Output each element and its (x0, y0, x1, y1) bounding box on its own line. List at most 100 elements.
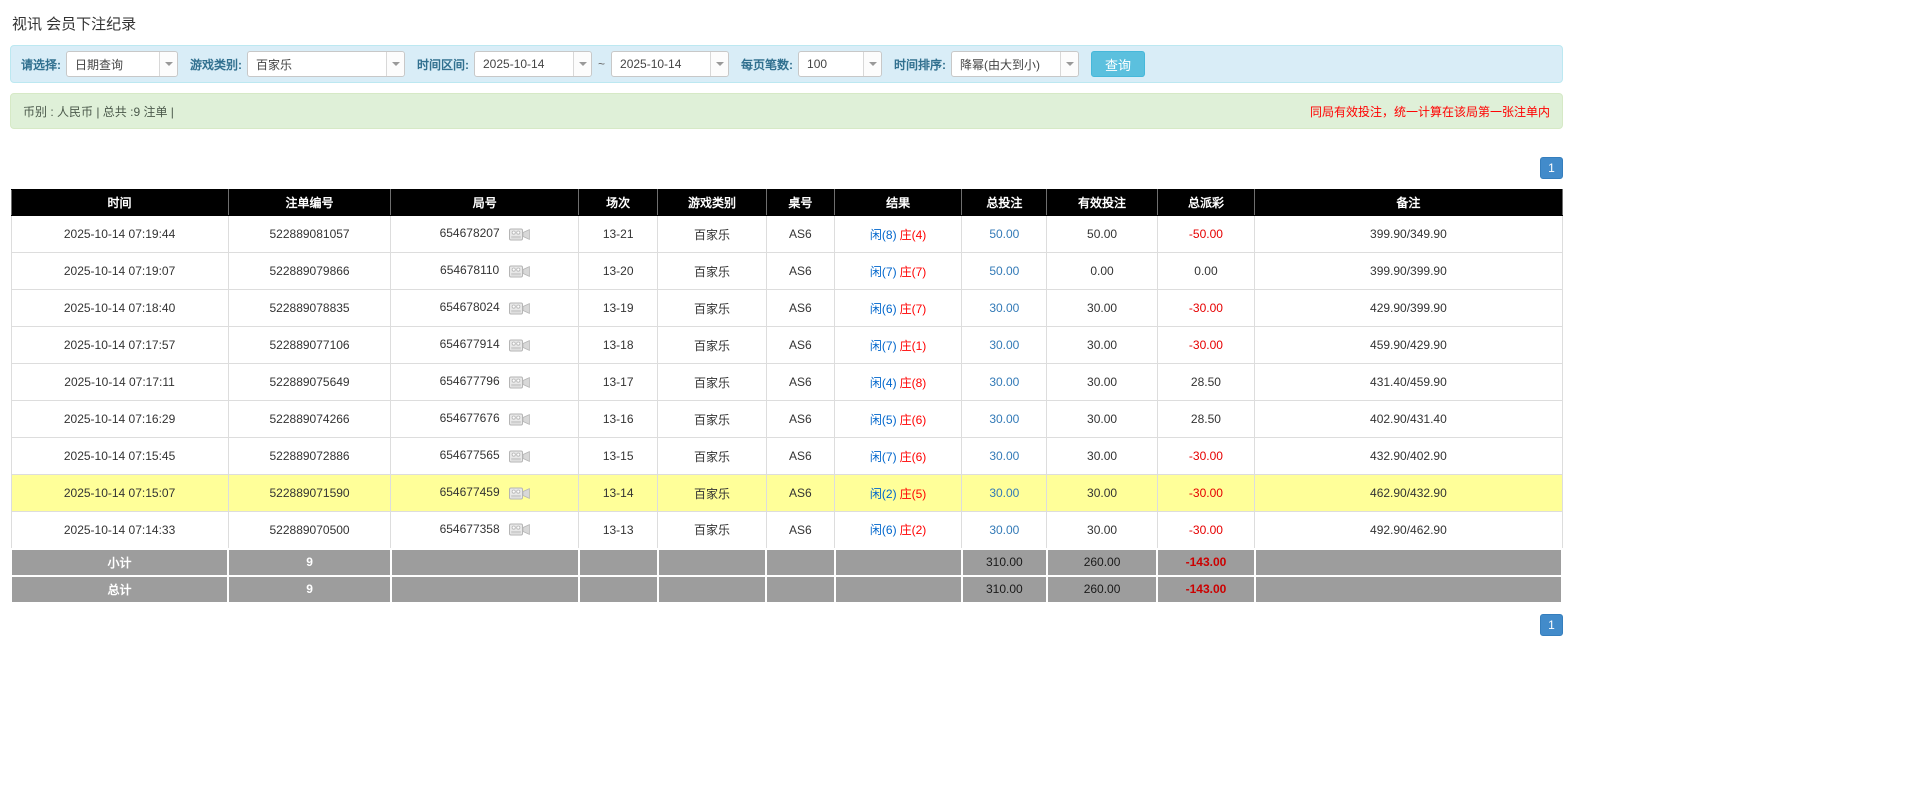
page-size-label: 每页笔数: (741, 56, 793, 73)
pagination-bottom: 1 (10, 614, 1563, 636)
cell-result: 闲(7)庄(7) (835, 253, 962, 290)
result-player: 闲(6) (870, 523, 897, 537)
total-bet-link[interactable]: 30.00 (989, 412, 1019, 426)
table-row: 2025-10-14 07:14:33 522889070500 6546773… (11, 512, 1562, 549)
table-row: 2025-10-14 07:17:11 522889075649 6546777… (11, 364, 1562, 401)
total-bet-link[interactable]: 30.00 (989, 449, 1019, 463)
cell-note: 432.90/402.90 (1255, 438, 1562, 475)
cell-bet-id: 522889071590 (228, 475, 391, 512)
cell-result: 闲(2)庄(5) (835, 475, 962, 512)
sort-order-value: 降幂(由大到小) (952, 52, 1060, 76)
select-label: 请选择: (21, 56, 61, 73)
page-1-button[interactable]: 1 (1540, 157, 1563, 179)
cell-note: 431.40/459.90 (1255, 364, 1562, 401)
summary-bar: 币别 : 人民币 | 总共 :9 注单 | 同局有效投注，统一计算在该局第一张注… (10, 93, 1563, 129)
total-bet-link[interactable]: 30.00 (989, 523, 1019, 537)
cell-bet-id: 522889070500 (228, 512, 391, 549)
cell-payout: 28.50 (1157, 401, 1255, 438)
cell-time: 2025-10-14 07:15:45 (11, 438, 228, 475)
cell-table-no: AS6 (766, 401, 834, 438)
cell-session: 13-15 (579, 438, 658, 475)
cell-time: 2025-10-14 07:14:33 (11, 512, 228, 549)
total-bet-link[interactable]: 30.00 (989, 375, 1019, 389)
grand-total-total-bet: 310.00 (962, 576, 1047, 603)
grand-total-count: 9 (228, 576, 391, 603)
result-banker: 庄(7) (900, 302, 927, 316)
result-player: 闲(8) (870, 228, 897, 242)
video-replay-icon[interactable] (509, 522, 530, 537)
cell-payout: -30.00 (1157, 475, 1255, 512)
cell-valid-bet: 30.00 (1047, 364, 1157, 401)
empty-cell (766, 549, 834, 576)
page-size-select[interactable]: 100 (798, 51, 882, 77)
game-type-label: 游戏类别: (190, 56, 242, 73)
cell-table-no: AS6 (766, 216, 834, 253)
total-bet-link[interactable]: 30.00 (989, 338, 1019, 352)
query-mode-select[interactable]: 日期查询 (66, 51, 178, 77)
total-bet-link[interactable]: 50.00 (989, 227, 1019, 241)
cell-total-bet: 30.00 (962, 290, 1047, 327)
cell-game-type: 百家乐 (658, 216, 767, 253)
table-row: 2025-10-14 07:19:07 522889079866 6546781… (11, 253, 1562, 290)
chevron-down-icon (386, 52, 404, 76)
table-row: 2025-10-14 07:17:57 522889077106 6546779… (11, 327, 1562, 364)
result-player: 闲(4) (870, 376, 897, 390)
total-bet-link[interactable]: 30.00 (989, 301, 1019, 315)
table-body: 2025-10-14 07:19:44 522889081057 6546782… (11, 216, 1562, 549)
video-replay-icon[interactable] (509, 412, 530, 427)
cell-session: 13-20 (579, 253, 658, 290)
cell-round-id: 654677676 (391, 401, 579, 438)
cell-round-id: 654677459 (391, 475, 579, 512)
cell-total-bet: 30.00 (962, 327, 1047, 364)
cell-payout: 0.00 (1157, 253, 1255, 290)
table-row: 2025-10-14 07:15:45 522889072886 6546775… (11, 438, 1562, 475)
cell-valid-bet: 30.00 (1047, 401, 1157, 438)
cell-round-id: 654677358 (391, 512, 579, 549)
search-button[interactable]: 查询 (1091, 51, 1145, 77)
page-1-button[interactable]: 1 (1540, 614, 1563, 636)
cell-valid-bet: 30.00 (1047, 438, 1157, 475)
video-replay-icon[interactable] (509, 264, 530, 279)
round-id-text: 654677459 (440, 485, 500, 499)
cell-bet-id: 522889074266 (228, 401, 391, 438)
cell-table-no: AS6 (766, 512, 834, 549)
cell-note: 492.90/462.90 (1255, 512, 1562, 549)
sort-order-select[interactable]: 降幂(由大到小) (951, 51, 1079, 77)
column-header: 有效投注 (1047, 190, 1157, 216)
video-replay-icon[interactable] (509, 227, 530, 242)
video-replay-icon[interactable] (509, 449, 530, 464)
column-header: 总投注 (962, 190, 1047, 216)
result-banker: 庄(8) (900, 376, 927, 390)
chevron-down-icon (863, 52, 881, 76)
date-from-input[interactable]: 2025-10-14 (474, 51, 592, 77)
video-replay-icon[interactable] (509, 338, 530, 353)
date-to-input[interactable]: 2025-10-14 (611, 51, 729, 77)
cell-session: 13-17 (579, 364, 658, 401)
cell-note: 462.90/432.90 (1255, 475, 1562, 512)
pagination-top: 1 (10, 157, 1563, 179)
grand-total-valid-bet: 260.00 (1047, 576, 1157, 603)
cell-round-id: 654677914 (391, 327, 579, 364)
cell-table-no: AS6 (766, 253, 834, 290)
total-bet-link[interactable]: 30.00 (989, 486, 1019, 500)
column-header: 游戏类别 (658, 190, 767, 216)
chevron-down-icon (710, 52, 728, 76)
cell-payout: 28.50 (1157, 364, 1255, 401)
column-header: 桌号 (766, 190, 834, 216)
valid-bet-notice-text: 同局有效投注，统一计算在该局第一张注单内 (1310, 103, 1550, 120)
video-replay-icon[interactable] (509, 486, 530, 501)
cell-time: 2025-10-14 07:18:40 (11, 290, 228, 327)
result-banker: 庄(7) (900, 265, 927, 279)
cell-total-bet: 30.00 (962, 401, 1047, 438)
cell-result: 闲(6)庄(2) (835, 512, 962, 549)
subtotal-count: 9 (228, 549, 391, 576)
page-size-value: 100 (799, 52, 863, 76)
table-row: 2025-10-14 07:16:29 522889074266 6546776… (11, 401, 1562, 438)
chevron-down-icon (1060, 52, 1078, 76)
empty-cell (1255, 549, 1562, 576)
cell-payout: -30.00 (1157, 290, 1255, 327)
total-bet-link[interactable]: 50.00 (989, 264, 1019, 278)
video-replay-icon[interactable] (509, 301, 530, 316)
video-replay-icon[interactable] (509, 375, 530, 390)
game-type-select[interactable]: 百家乐 (247, 51, 405, 77)
